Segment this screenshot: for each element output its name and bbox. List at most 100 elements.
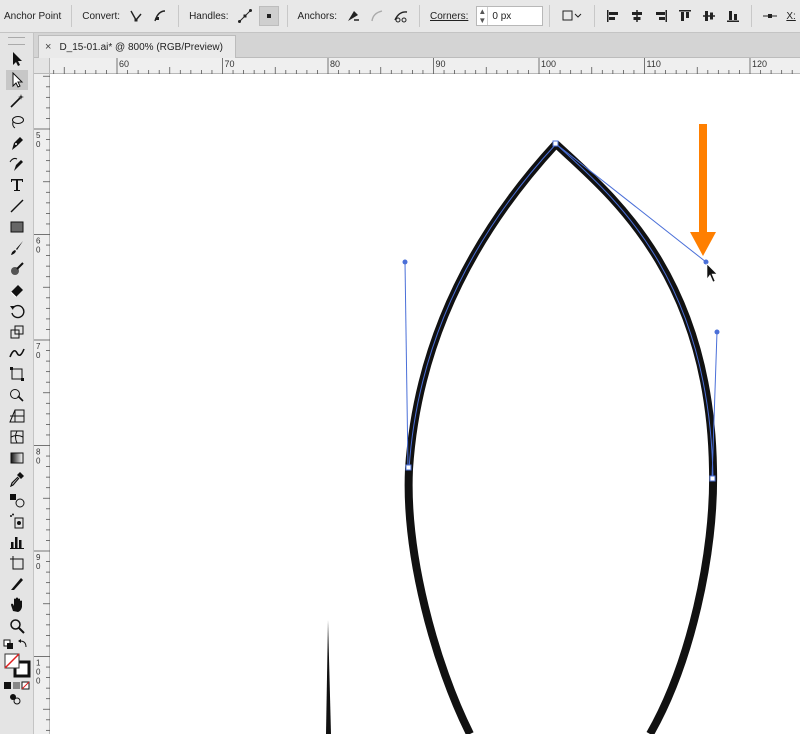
convert-to-smooth-button[interactable] (150, 6, 170, 26)
lasso-tool[interactable] (6, 112, 28, 132)
drawing-mode-buttons (0, 692, 33, 706)
x-label[interactable]: X: (782, 11, 799, 22)
anchor-point-right[interactable] (709, 475, 716, 482)
direction-handle-right[interactable] (714, 329, 720, 335)
ruler-label: 0 (36, 562, 41, 571)
divider (549, 5, 551, 27)
corners-input[interactable]: ▲ ▼ 0 px (476, 6, 544, 26)
reference-point-button[interactable] (760, 6, 780, 26)
select-similar-button[interactable] (558, 6, 586, 26)
leaf-shape-outline-right[interactable] (553, 141, 718, 734)
hide-handles-button[interactable] (258, 6, 279, 26)
direction-handle-top[interactable] (703, 259, 709, 265)
corners-stepper[interactable]: ▲ ▼ (477, 7, 489, 25)
rotate-tool[interactable] (6, 301, 28, 321)
width-tool[interactable] (6, 343, 28, 363)
convert-to-corner-button[interactable] (126, 6, 146, 26)
column-graph-tool[interactable] (6, 532, 28, 552)
blend-icon (10, 494, 25, 508)
panel-grip[interactable] (8, 37, 25, 45)
eraser-tool[interactable] (6, 280, 28, 300)
type-tool[interactable] (6, 175, 28, 195)
magic-wand-tool[interactable] (6, 91, 28, 111)
eyedropper-icon (10, 472, 24, 487)
fill-stroke-indicator[interactable] (0, 652, 33, 680)
selected-path (408, 143, 557, 470)
free-transform-tool[interactable] (6, 364, 28, 384)
rotate-icon (10, 304, 25, 319)
control-bar-mode-label: Anchor Point (4, 10, 62, 22)
align-right-button[interactable] (651, 6, 671, 26)
align-left-button[interactable] (603, 6, 623, 26)
scale-tool[interactable] (6, 322, 28, 342)
slice-tool[interactable] (6, 574, 28, 594)
ruler-label: 0 (36, 457, 41, 466)
line-segment-tool[interactable] (6, 196, 28, 216)
horizontal-ruler[interactable]: 60 70 80 90 100 110 120 (50, 58, 800, 74)
eyedropper-tool[interactable] (6, 469, 28, 489)
artboard-tool[interactable] (6, 553, 28, 573)
ruler-label: 120 (752, 59, 767, 69)
remove-anchor-button[interactable] (343, 6, 363, 26)
curvature-tool[interactable] (6, 154, 28, 174)
align-vertical-center-button[interactable] (699, 6, 719, 26)
direction-line-left (404, 261, 409, 469)
cut-path-button[interactable] (391, 6, 411, 26)
divider (71, 5, 73, 27)
drawing-mode-icon[interactable] (3, 692, 33, 706)
ruler-label: 0 (36, 677, 41, 686)
perspective-grid-tool[interactable] (6, 406, 28, 426)
ruler-label: 90 (436, 59, 446, 69)
convert-corner-icon (130, 10, 142, 22)
hand-tool[interactable] (6, 595, 28, 615)
align-top-button[interactable] (675, 6, 695, 26)
rectangle-tool[interactable] (6, 217, 28, 237)
fill-stroke-icon (4, 653, 31, 678)
selection-tool[interactable] (6, 49, 28, 69)
remove-anchor-pen-icon (348, 11, 359, 21)
vertical-ruler-ticks: 5060708090100 (34, 75, 50, 731)
shape-builder-tool[interactable] (6, 385, 28, 405)
zoom-tool[interactable] (6, 616, 28, 636)
symbol-sprayer-tool[interactable] (6, 511, 28, 531)
direction-handle-left[interactable] (402, 259, 408, 265)
ruler-label: 0 (36, 246, 41, 255)
corners-label[interactable]: Corners: (426, 11, 472, 22)
connect-paths-icon (371, 10, 383, 22)
ruler-label: 8 (36, 448, 41, 457)
leaf-shape-outline[interactable] (404, 141, 559, 734)
anchor-point-top[interactable] (552, 140, 559, 147)
free-transform-icon (10, 367, 24, 381)
gradient-tool[interactable] (6, 448, 28, 468)
document-tab[interactable]: × D_15-01.ai* @ 800% (RGB/Preview) (38, 35, 236, 58)
anchor-point-left[interactable] (405, 464, 412, 471)
direct-selection-tool[interactable] (6, 70, 28, 90)
line-segment-icon (10, 199, 24, 213)
align-bottom-button[interactable] (723, 6, 743, 26)
show-handles-button[interactable] (235, 6, 255, 26)
color-mode-icon[interactable] (3, 680, 33, 692)
convert-smooth-icon (154, 10, 166, 22)
connect-paths-button[interactable] (367, 6, 387, 26)
close-tab-icon[interactable]: × (45, 41, 51, 53)
align-horizontal-center-button[interactable] (627, 6, 647, 26)
spike-shape[interactable] (326, 620, 331, 734)
vertical-ruler[interactable]: 5060708090100 (34, 74, 50, 734)
shaper-tool[interactable] (6, 259, 28, 279)
ruler-origin[interactable] (34, 58, 50, 74)
scale-icon (10, 325, 24, 339)
mesh-tool[interactable] (6, 427, 28, 447)
ruler-label: 80 (330, 59, 340, 69)
convert-label: Convert: (82, 10, 121, 22)
blend-tool[interactable] (6, 490, 28, 510)
artboard-canvas[interactable] (50, 74, 800, 734)
slice-knife-icon (11, 578, 23, 590)
pen-tool[interactable] (6, 133, 28, 153)
paintbrush-tool[interactable] (6, 238, 28, 258)
lasso-icon (12, 116, 24, 129)
align-horizontal-center-icon (632, 10, 643, 22)
ruler-label: 110 (647, 59, 661, 69)
reference-point-icon (763, 14, 778, 18)
default-colors-icon[interactable] (2, 638, 32, 652)
shape-builder-icon (10, 389, 24, 402)
